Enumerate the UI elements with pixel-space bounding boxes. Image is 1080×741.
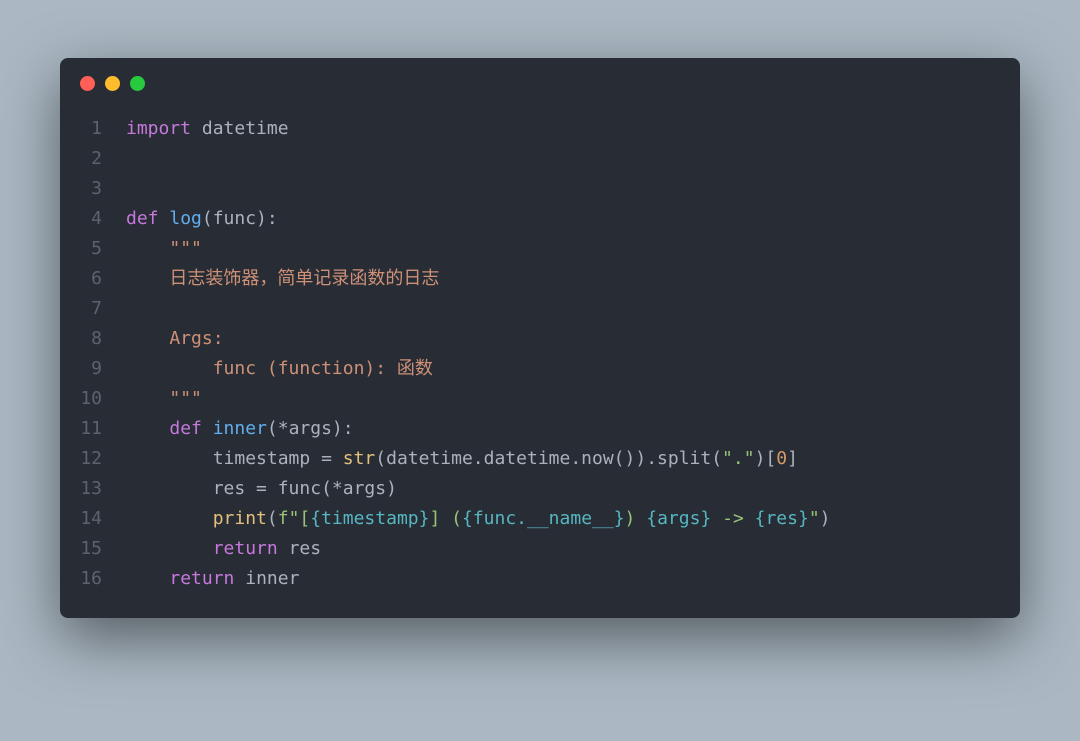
code-content — [126, 294, 1000, 324]
code-token: log — [169, 208, 202, 229]
code-token: ( — [267, 508, 278, 529]
code-token: Args: — [126, 328, 224, 349]
code-line: 13 res = func(*args) — [80, 474, 1000, 504]
code-token: def — [126, 208, 159, 229]
code-editor: 1import datetime234def log(func):5 """6 … — [60, 108, 1020, 618]
code-token: ] ( — [429, 508, 462, 529]
close-icon[interactable] — [80, 76, 95, 91]
code-content: """ — [126, 234, 1000, 264]
code-content: import datetime — [126, 114, 1000, 144]
code-token: "." — [722, 448, 755, 469]
line-number: 15 — [80, 534, 126, 564]
code-content: timestamp = str(datetime.datetime.now())… — [126, 444, 1000, 474]
line-number: 11 — [80, 414, 126, 444]
code-token: func (function): 函数 — [126, 358, 433, 379]
line-number: 16 — [80, 564, 126, 594]
code-token: " — [809, 508, 820, 529]
code-line: 14 print(f"[{timestamp}] ({func.__name__… — [80, 504, 1000, 534]
code-token — [126, 418, 169, 439]
code-token: (*args): — [267, 418, 354, 439]
code-token — [126, 388, 169, 409]
code-token: return — [213, 538, 278, 559]
code-token: ) — [820, 508, 831, 529]
code-token: )[ — [755, 448, 777, 469]
code-content: Args: — [126, 324, 1000, 354]
code-token: -> — [711, 508, 754, 529]
line-number: 3 — [80, 174, 126, 204]
code-line: 10 """ — [80, 384, 1000, 414]
code-token: res = func(*args) — [126, 478, 397, 499]
line-number: 2 — [80, 144, 126, 174]
code-line: 6 日志装饰器，简单记录函数的日志 — [80, 264, 1000, 294]
code-token: return — [169, 568, 234, 589]
code-line: 7 — [80, 294, 1000, 324]
minimize-icon[interactable] — [105, 76, 120, 91]
code-token: (func): — [202, 208, 278, 229]
code-token: str — [343, 448, 376, 469]
code-content: def log(func): — [126, 204, 1000, 234]
window-titlebar — [60, 58, 1020, 108]
code-token: f"[ — [278, 508, 311, 529]
code-content: """ — [126, 384, 1000, 414]
code-token: res — [278, 538, 321, 559]
code-token: {res} — [755, 508, 809, 529]
code-token: {timestamp} — [310, 508, 429, 529]
line-number: 10 — [80, 384, 126, 414]
code-window: 1import datetime234def log(func):5 """6 … — [60, 58, 1020, 618]
code-line: 9 func (function): 函数 — [80, 354, 1000, 384]
line-number: 7 — [80, 294, 126, 324]
code-token: inner — [234, 568, 299, 589]
code-token: {args} — [646, 508, 711, 529]
line-number: 13 — [80, 474, 126, 504]
code-token: timestamp = — [126, 448, 343, 469]
code-token: {func.__name__} — [462, 508, 625, 529]
line-number: 4 — [80, 204, 126, 234]
code-token: datetime — [191, 118, 289, 139]
line-number: 5 — [80, 234, 126, 264]
code-line: 15 return res — [80, 534, 1000, 564]
code-token — [126, 238, 169, 259]
code-line: 16 return inner — [80, 564, 1000, 594]
code-content: func (function): 函数 — [126, 354, 1000, 384]
code-content: res = func(*args) — [126, 474, 1000, 504]
code-content: 日志装饰器，简单记录函数的日志 — [126, 264, 1000, 294]
code-token: (datetime.datetime.now()).split( — [375, 448, 722, 469]
line-number: 14 — [80, 504, 126, 534]
code-line: 8 Args: — [80, 324, 1000, 354]
code-line: 1import datetime — [80, 114, 1000, 144]
code-token: 0 — [776, 448, 787, 469]
line-number: 6 — [80, 264, 126, 294]
code-content: def inner(*args): — [126, 414, 1000, 444]
code-content — [126, 144, 1000, 174]
code-token: def — [169, 418, 202, 439]
code-token — [126, 538, 213, 559]
code-token — [159, 208, 170, 229]
code-token: """ — [169, 238, 202, 259]
code-line: 4def log(func): — [80, 204, 1000, 234]
code-line: 12 timestamp = str(datetime.datetime.now… — [80, 444, 1000, 474]
code-token: print — [213, 508, 267, 529]
code-line: 3 — [80, 174, 1000, 204]
code-token: inner — [213, 418, 267, 439]
code-content: print(f"[{timestamp}] ({func.__name__}) … — [126, 504, 1000, 534]
code-line: 2 — [80, 144, 1000, 174]
code-content: return inner — [126, 564, 1000, 594]
code-token — [126, 568, 169, 589]
line-number: 1 — [80, 114, 126, 144]
code-token: import — [126, 118, 191, 139]
code-content: return res — [126, 534, 1000, 564]
code-line: 11 def inner(*args): — [80, 414, 1000, 444]
code-line: 5 """ — [80, 234, 1000, 264]
code-content — [126, 174, 1000, 204]
code-token: 日志装饰器，简单记录函数的日志 — [126, 268, 439, 289]
maximize-icon[interactable] — [130, 76, 145, 91]
code-token — [202, 418, 213, 439]
line-number: 9 — [80, 354, 126, 384]
line-number: 8 — [80, 324, 126, 354]
code-token: ) — [625, 508, 647, 529]
code-token: """ — [169, 388, 202, 409]
line-number: 12 — [80, 444, 126, 474]
code-token — [126, 508, 213, 529]
code-token: ] — [787, 448, 798, 469]
